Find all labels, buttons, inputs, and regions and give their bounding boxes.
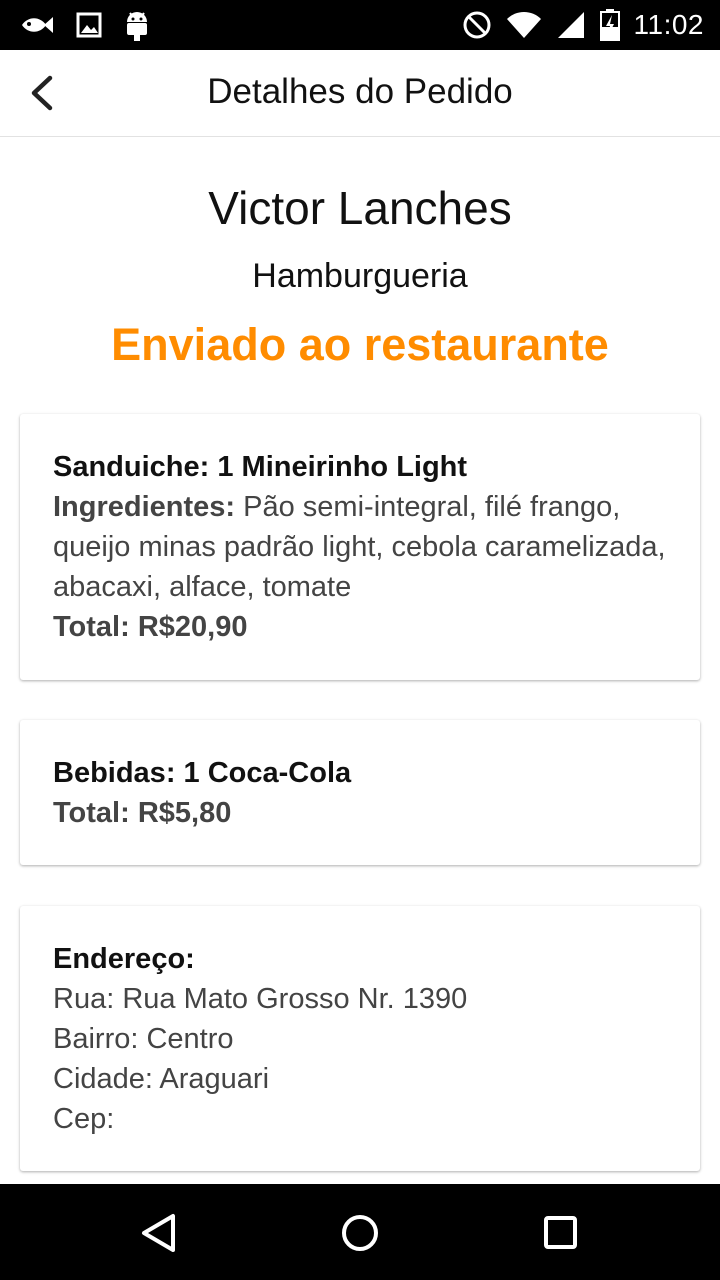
address-zip: Cep: xyxy=(53,1103,115,1135)
signal-icon xyxy=(556,10,586,40)
navigation-bar xyxy=(0,1184,720,1280)
ingredients-label: Ingredientes: xyxy=(53,491,236,523)
restaurant-name: Victor Lanches xyxy=(208,182,512,234)
address-city: Cidade: Araguari xyxy=(53,1063,270,1095)
sandwich-total: Total: R$20,90 xyxy=(53,611,248,643)
status-bar: 11:02 xyxy=(0,0,720,50)
recents-square-icon xyxy=(544,1216,577,1249)
battery-charging-icon xyxy=(599,9,620,41)
order-status: Enviado ao restaurante xyxy=(111,319,609,370)
address-street: Rua: Rua Mato Grosso Nr. 1390 xyxy=(53,983,468,1015)
nav-home-button[interactable] xyxy=(335,1208,385,1258)
home-circle-icon xyxy=(342,1215,378,1251)
drinks-total: Total: R$5,80 xyxy=(53,797,232,829)
back-triangle-icon xyxy=(142,1214,175,1252)
order-details-content: Victor Lanches Hamburgueria Enviado ao r… xyxy=(0,137,720,1183)
system-icons: 11:02 xyxy=(462,9,720,41)
nav-recents-button[interactable] xyxy=(535,1208,585,1258)
sandwich-heading: Sanduiche: 1 Mineirinho Light xyxy=(53,451,468,483)
app-bar: Detalhes do Pedido xyxy=(0,50,720,137)
address-neighborhood: Bairro: Centro xyxy=(53,1023,234,1055)
do-not-disturb-icon xyxy=(462,10,492,40)
address-card: Endereço: Rua: Rua Mato Grosso Nr. 1390 … xyxy=(20,906,700,1171)
android-icon xyxy=(124,9,150,41)
page-title: Detalhes do Pedido xyxy=(207,72,513,111)
drinks-heading: Bebidas: 1 Coca-Cola xyxy=(53,757,352,789)
clock: 11:02 xyxy=(633,9,704,40)
drinks-card: Bebidas: 1 Coca-Cola Total: R$5,80 xyxy=(20,720,700,865)
notification-icons xyxy=(0,9,150,41)
nav-back-button[interactable] xyxy=(135,1208,185,1258)
wifi-icon xyxy=(506,11,542,39)
sandwich-card: Sanduiche: 1 Mineirinho Light Ingredient… xyxy=(20,414,700,680)
restaurant-category: Hamburgueria xyxy=(252,257,468,295)
ingredients-text: Ingredientes: Pão semi-integral, filé fr… xyxy=(53,487,667,607)
address-heading: Endereço: xyxy=(53,943,195,975)
image-icon xyxy=(76,12,102,38)
fish-icon xyxy=(20,14,54,36)
